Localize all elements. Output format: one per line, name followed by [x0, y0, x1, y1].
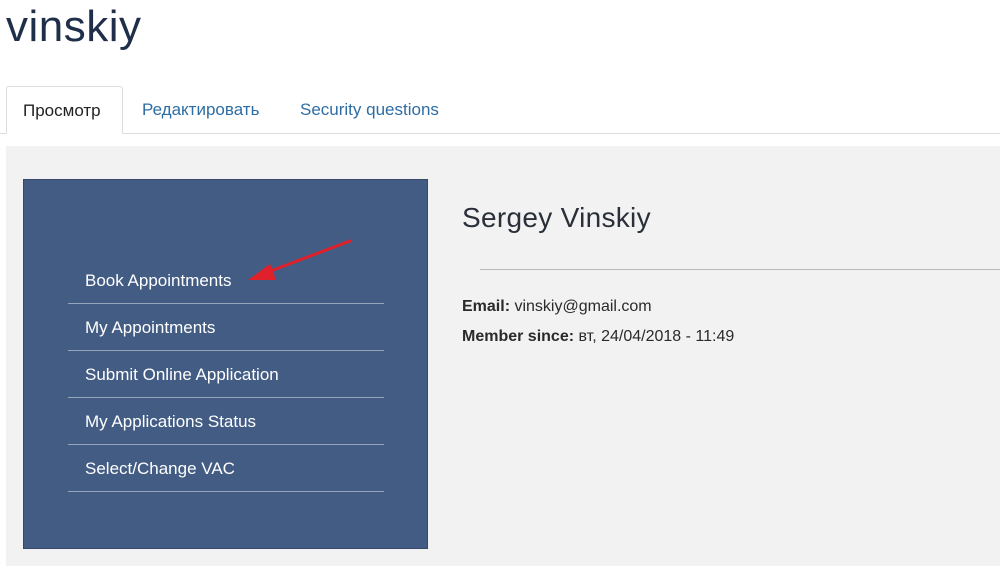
member-since-value: вт, 24/04/2018 - 11:49	[574, 328, 735, 345]
member-since-field: Member since: вт, 24/04/2018 - 11:49	[462, 328, 734, 346]
content-area: Book Appointments My Appointments Submit…	[6, 146, 1000, 566]
menu-item-my-applications-status[interactable]: My Applications Status	[68, 398, 384, 445]
tab-edit[interactable]: Редактировать	[126, 86, 275, 133]
tab-view[interactable]: Просмотр	[6, 86, 123, 134]
user-menu-list: Book Appointments My Appointments Submit…	[68, 257, 384, 492]
annotation-arrow-icon	[248, 239, 352, 280]
profile-section: Sergey Vinskiy Email: vinskiy@gmail.com …	[462, 202, 1000, 345]
site-title: vinskiy	[6, 2, 142, 51]
profile-name: Sergey Vinskiy	[462, 202, 651, 233]
tab-bar: Просмотр Редактировать Security question…	[0, 86, 1000, 134]
tab-security-questions[interactable]: Security questions	[284, 86, 455, 133]
menu-item-my-appointments[interactable]: My Appointments	[68, 304, 384, 351]
user-menu-panel: Book Appointments My Appointments Submit…	[23, 179, 428, 549]
page: vinskiy Просмотр Редактировать Security …	[0, 0, 1000, 569]
profile-divider	[480, 269, 1000, 270]
menu-item-select-change-vac[interactable]: Select/Change VAC	[68, 445, 384, 492]
member-since-label: Member since:	[462, 328, 575, 345]
menu-item-submit-online-application[interactable]: Submit Online Application	[68, 351, 384, 398]
email-field: Email: vinskiy@gmail.com	[462, 298, 652, 316]
email-label: Email:	[462, 298, 511, 315]
email-value: vinskiy@gmail.com	[510, 298, 652, 315]
